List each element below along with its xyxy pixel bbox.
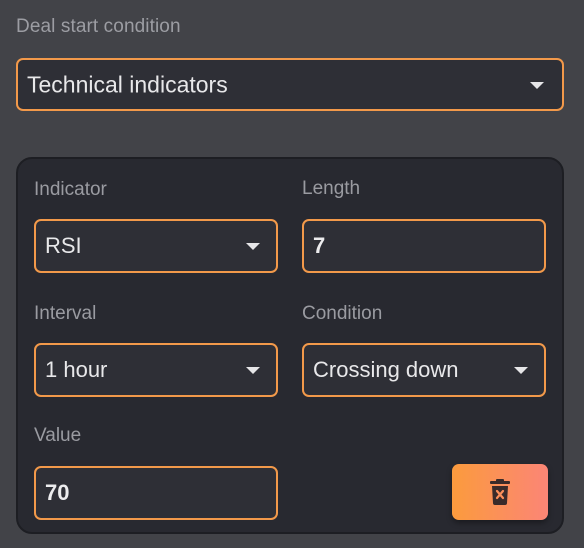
length-input[interactable] — [302, 219, 546, 273]
value-input[interactable] — [34, 466, 278, 520]
indicator-select[interactable]: RSI — [34, 219, 278, 273]
condition-select[interactable]: Crossing down — [302, 343, 546, 397]
deal-start-condition-label: Deal start condition — [16, 16, 181, 37]
value-label: Value — [34, 425, 82, 446]
chevron-down-icon — [246, 367, 260, 374]
condition-value: Crossing down — [313, 357, 459, 382]
chevron-down-icon — [530, 81, 544, 89]
interval-select[interactable]: 1 hour — [34, 343, 278, 397]
trash-x-icon — [490, 479, 510, 505]
delete-condition-button[interactable] — [452, 464, 548, 520]
deal-start-form: Deal start condition Technical indicator… — [0, 0, 584, 548]
interval-value: 1 hour — [45, 357, 108, 382]
chevron-down-icon — [246, 243, 260, 250]
deal-start-condition-select[interactable]: Technical indicators — [16, 58, 564, 111]
chevron-down-icon — [514, 367, 528, 374]
interval-label: Interval — [34, 303, 97, 324]
indicator-label: Indicator — [34, 179, 107, 200]
indicator-condition-card: Indicator RSI Length Interval 1 hour Con… — [16, 157, 564, 534]
deal-start-condition-value: Technical indicators — [27, 71, 228, 97]
indicator-value: RSI — [45, 233, 82, 258]
length-label: Length — [302, 178, 361, 199]
condition-label: Condition — [302, 303, 383, 324]
